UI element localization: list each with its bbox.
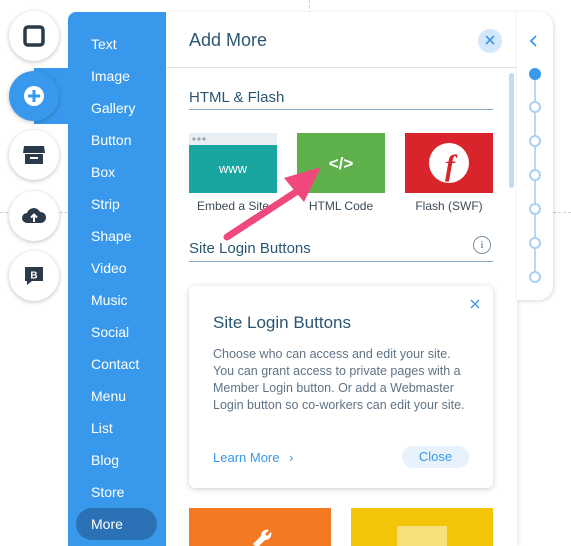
background-tool-button[interactable] xyxy=(9,11,59,61)
store-tool-button[interactable] xyxy=(9,130,59,180)
navigator-dot[interactable] xyxy=(529,68,541,80)
category-image[interactable]: Image xyxy=(68,60,166,92)
tile-label-flash: Flash (SWF) xyxy=(415,199,483,213)
orange-app-tile[interactable] xyxy=(189,508,331,546)
add-tool-button[interactable] xyxy=(9,71,59,121)
category-store[interactable]: Store xyxy=(68,476,166,508)
navigator-dot[interactable] xyxy=(529,203,541,215)
category-box[interactable]: Box xyxy=(68,156,166,188)
section-divider xyxy=(189,109,493,110)
panel-scrollbar[interactable] xyxy=(509,73,514,188)
svg-text:B: B xyxy=(30,271,37,282)
tile-label-embed-site: Embed a Site xyxy=(196,199,270,213)
category-shape[interactable]: Shape xyxy=(68,220,166,252)
html-code-tile[interactable]: </> xyxy=(297,133,385,193)
chevron-right-icon: › xyxy=(289,450,294,465)
category-gallery[interactable]: Gallery xyxy=(68,92,166,124)
category-contact[interactable]: Contact xyxy=(68,348,166,380)
yellow-app-tile[interactable] xyxy=(351,508,493,546)
category-menu: Text Image Gallery Button Box Strip Shap… xyxy=(68,12,166,546)
section-navigator xyxy=(517,12,553,300)
navigator-dot[interactable] xyxy=(529,101,541,113)
close-icon xyxy=(485,32,495,50)
square-icon xyxy=(23,25,45,47)
card-body: Choose who can access and edit your site… xyxy=(213,347,465,412)
navigator-dot[interactable] xyxy=(529,271,541,283)
tile-label-html-code: HTML Code xyxy=(308,199,374,213)
navigator-dot[interactable] xyxy=(529,135,541,147)
category-button[interactable]: Button xyxy=(68,124,166,156)
panel-title: Add More xyxy=(189,30,268,50)
category-more[interactable]: More xyxy=(76,508,157,540)
blog-b-icon: B xyxy=(22,264,46,288)
header-divider xyxy=(166,67,517,68)
category-video[interactable]: Video xyxy=(68,252,166,284)
category-list[interactable]: List xyxy=(68,412,166,444)
www-glyph: www xyxy=(218,161,248,176)
card-close-icon[interactable] xyxy=(469,297,481,309)
section-title-site-login: Site Login Buttons xyxy=(189,240,311,257)
category-strip[interactable]: Strip xyxy=(68,188,166,220)
chevron-left-icon[interactable] xyxy=(527,34,541,53)
category-blog[interactable]: Blog xyxy=(68,444,166,476)
navigator-dot[interactable] xyxy=(529,169,541,181)
upload-tool-button[interactable] xyxy=(9,191,59,241)
category-menu[interactable]: Menu xyxy=(68,380,166,412)
site-login-info-card: Site Login Buttons Choose who can access… xyxy=(189,286,493,488)
category-music[interactable]: Music xyxy=(68,284,166,316)
store-icon xyxy=(22,144,46,166)
card-close-button[interactable]: Close xyxy=(402,446,469,468)
category-text[interactable]: Text xyxy=(68,28,166,60)
add-more-panel: Add More HTML & Flash www </> f Embed a … xyxy=(166,12,517,546)
cloud-upload-icon xyxy=(21,205,47,227)
info-icon[interactable]: i xyxy=(473,236,491,254)
code-icon: </> xyxy=(329,154,354,173)
flash-swf-tile[interactable]: f xyxy=(405,133,493,193)
blog-tool-button[interactable]: B xyxy=(9,251,59,301)
navigator-dot[interactable] xyxy=(529,237,541,249)
tool-rail: B xyxy=(0,0,74,546)
section-divider xyxy=(189,261,493,262)
learn-more-link[interactable]: Learn More › xyxy=(213,450,293,465)
card-title: Site Login Buttons xyxy=(213,313,351,332)
category-social[interactable]: Social xyxy=(68,316,166,348)
panel-close-button[interactable] xyxy=(478,29,502,53)
learn-more-label: Learn More xyxy=(213,450,280,465)
plus-icon xyxy=(23,85,45,107)
embed-site-tile[interactable]: www xyxy=(189,133,277,193)
section-title-html-flash: HTML & Flash xyxy=(189,89,285,106)
